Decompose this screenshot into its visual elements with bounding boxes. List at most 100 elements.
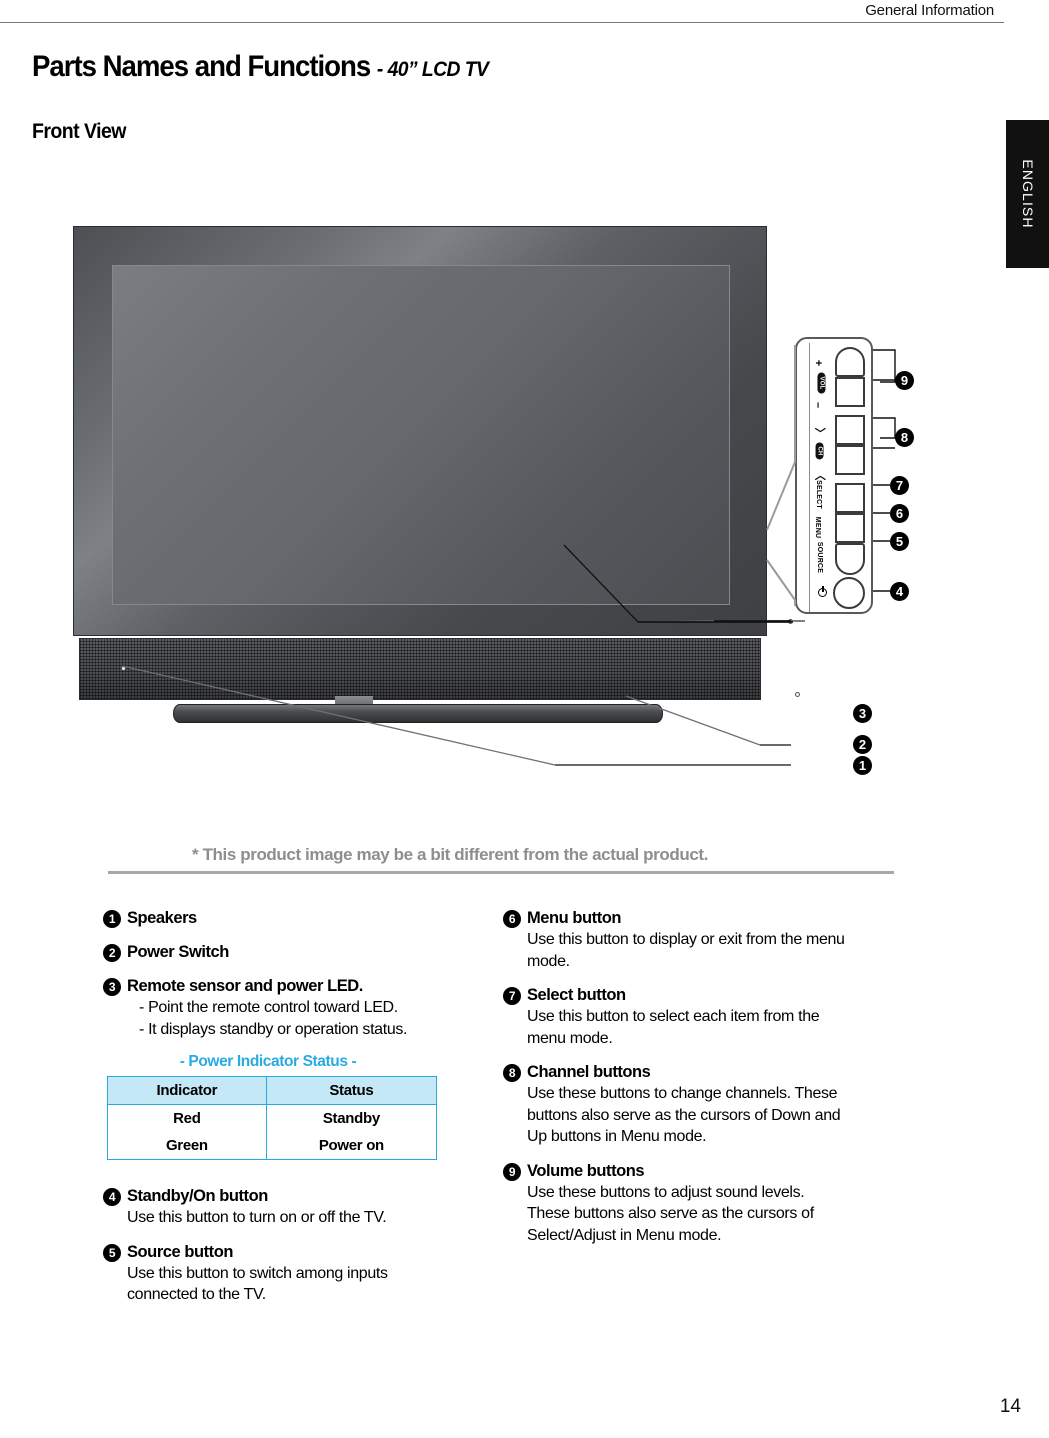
legend-title: Menu button [527,909,622,927]
tv-illustration [73,226,800,723]
figure-callout-4: 4 [890,582,909,601]
figure-callout-8: 8 [895,428,914,447]
page-title-subtitle: - 40” LCD TV [376,58,489,81]
legend-item-standby-on: 4 Standby/On button Use this button to t… [103,1186,463,1229]
panel-button-stack [835,347,865,575]
language-tab: ENGLISH [1006,120,1049,268]
power-icon [818,586,827,597]
table-row: Red Standby [107,1104,438,1132]
speaker-callout-dot [121,666,126,671]
menu-button[interactable] [835,513,865,543]
status-table-title: - Power Indicator Status - [179,1053,357,1070]
tv-screen [112,265,730,605]
legend-title: Remote sensor and power LED. [127,977,363,995]
status-cell-status: Power on [265,1132,438,1160]
legend-item-menu-button: 6 Menu button Use this button to display… [503,908,913,972]
legend-body: Use this button to turn on or off the TV… [103,1207,463,1229]
figure-callout-3: 3 [853,704,872,723]
legend-item-heading: 4 Standby/On button [103,1186,463,1207]
legend-left-column: 1 Speakers 2 Power Switch 3 Remote senso… [103,908,463,1319]
legend-body-line: connected to the TV. [127,1286,266,1303]
legend-bullet-1: 1 [103,910,121,928]
legend-bullet-3: 3 [103,978,121,996]
channel-up-symbol: 〉 [813,427,826,439]
legend-body-line: buttons also serve as the cursors of Dow… [527,1106,841,1124]
legend-right-column: 6 Menu button Use this button to display… [503,908,913,1259]
legend-title: Source button [127,1242,233,1261]
legend-body: Use these buttons to adjust sound levels… [503,1182,913,1247]
legend-title: Select button [527,986,626,1004]
legend-item-heading: 1 Speakers [103,908,463,929]
status-table-header-row: Indicator Status [107,1076,438,1105]
legend-body-line: Use this button to switch among inputs [127,1264,388,1282]
power-switch-callout-dot [795,692,800,697]
source-button[interactable] [835,543,865,575]
standby-on-button[interactable] [833,577,865,609]
legend-title: Speakers [127,909,197,927]
legend-bullet-9: 9 [503,1162,521,1181]
page-number: 14 [999,1396,1021,1417]
legend-body: Use this button to switch among inputs c… [103,1263,463,1306]
language-tab-label: ENGLISH [1019,159,1036,229]
header-divider [0,22,1004,23]
volume-up-symbol: + [812,359,825,367]
legend-body: Use this button to display or exit from … [503,929,913,972]
remote-sensor-callout-dot [788,619,793,624]
section-heading: Front View [32,120,126,143]
channel-label: CH [815,442,824,460]
legend-item-volume-buttons: 9 Volume buttons Use these buttons to ad… [503,1161,913,1247]
legend-item-select-button: 7 Select button Use this button to selec… [503,985,913,1049]
channel-down-button[interactable] [835,445,865,475]
volume-up-button[interactable] [835,347,865,377]
page-title-text: Parts Names and Functions [32,50,371,83]
legend-bullet-8: 8 [503,1064,521,1082]
legend-body-line: menu mode. [527,1029,613,1047]
legend-body-line: Use this button to select each item from… [527,1008,820,1025]
figure-callout-2: 2 [853,735,872,754]
figure-callout-6: 6 [890,504,909,523]
legend-item-source-button: 5 Source button Use this button to switc… [103,1242,463,1306]
legend-body: Use this button to select each item from… [503,1006,913,1049]
legend-bullet-5: 5 [103,1243,121,1262]
legend-body-line: These buttons also serve as the cursors … [527,1205,814,1222]
status-cell-status: Standby [265,1104,438,1132]
legend-bullet-6: 6 [503,910,521,928]
header-section-label: General Information [865,2,994,19]
tv-speaker-grille [79,638,761,700]
channel-up-button[interactable] [835,415,865,445]
legend-body-line: - Point the remote control toward LED. [139,999,398,1016]
legend-body: - Point the remote control toward LED. -… [103,997,463,1040]
manual-page: General Information Parts Names and Func… [0,0,1049,1438]
legend-item-heading: 2 Power Switch [103,942,463,963]
status-table: Indicator Status Red Standby Green Power… [107,1076,438,1160]
panel-edge-line [809,343,810,612]
legend-body: Use these buttons to change channels. Th… [503,1083,913,1148]
power-indicator-status-block: - Power Indicator Status - Indicator Sta… [103,1053,463,1160]
tv-stand [173,704,663,723]
select-button[interactable] [835,483,865,513]
legend-item-heading: 7 Select button [503,985,913,1006]
legend-bullet-2: 2 [103,944,121,962]
legend-title: Channel buttons [527,1063,651,1081]
volume-label: VOL [817,372,826,394]
volume-down-button[interactable] [835,377,865,407]
figure-callout-9: 9 [895,371,914,390]
legend-body-line: - It displays standby or operation statu… [139,1020,408,1038]
legend-body-line: Use this button to display or exit from … [527,931,845,948]
status-cell-indicator: Red [107,1104,267,1132]
legend-body-line: Select/Adjust in Menu mode. [527,1226,722,1244]
legend-body-line: Up buttons in Menu mode. [527,1128,707,1145]
caption-divider [108,871,894,874]
status-table-header-indicator: Indicator [107,1076,267,1105]
legend-title: Volume buttons [527,1161,645,1180]
legend-bullet-7: 7 [503,987,521,1005]
volume-down-symbol: – [812,401,825,409]
source-label: SOURCE [816,541,824,574]
status-cell-indicator: Green [107,1132,267,1160]
legend-body-line: Use this button to turn on or off the TV… [127,1209,387,1226]
legend-body-line: Use these buttons to adjust sound levels… [527,1183,805,1201]
legend-item-remote-sensor: 3 Remote sensor and power LED. - Point t… [103,976,463,1040]
legend-title: Power Switch [127,943,229,961]
status-table-header-status: Status [265,1076,438,1105]
figure-callout-1: 1 [853,756,872,775]
